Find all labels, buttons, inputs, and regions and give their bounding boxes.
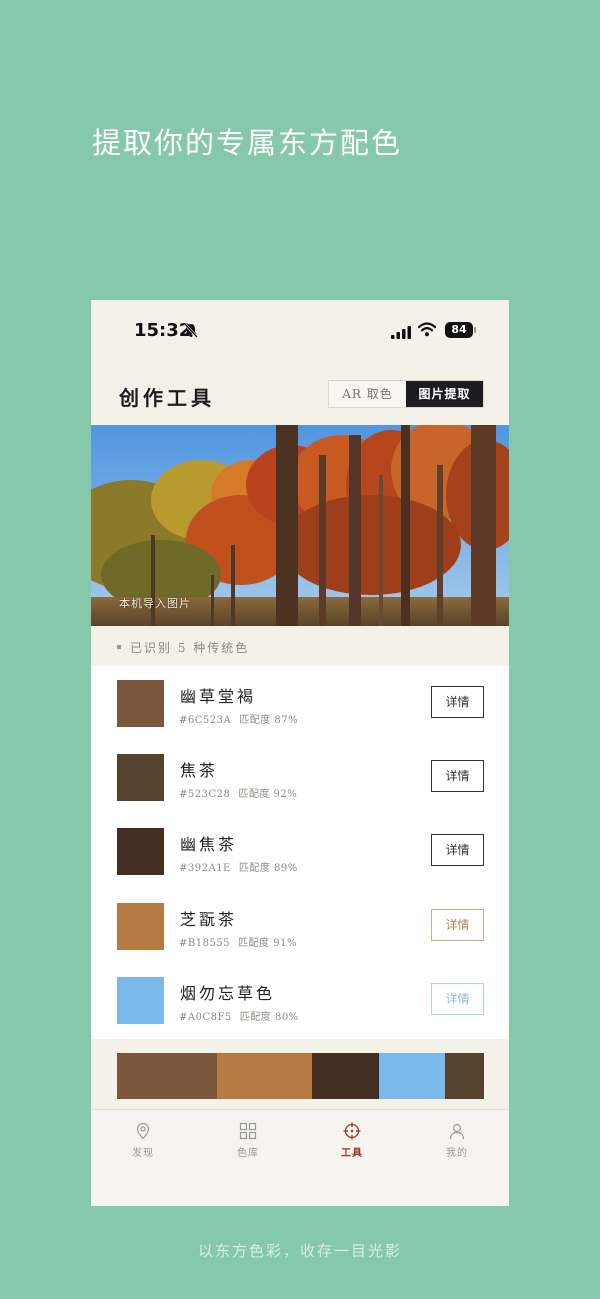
color-hex: #6C523A	[179, 715, 232, 726]
color-meta: #B18555 匹配度 91%	[179, 934, 305, 949]
color-meta: #523C28 匹配度 92%	[179, 785, 305, 800]
tab-tools[interactable]: 工具	[322, 1122, 382, 1159]
mode-segmented-control: AR 取色 图片提取	[328, 380, 484, 408]
color-name: 焦茶	[180, 761, 219, 780]
detail-button[interactable]: 详情	[431, 909, 484, 941]
color-name: 芝翫茶	[180, 910, 238, 929]
detail-button[interactable]: 详情	[431, 834, 484, 866]
grid-icon	[239, 1122, 257, 1140]
crosshair-icon	[343, 1122, 361, 1140]
palette-segment	[445, 1053, 484, 1099]
battery-indicator: 84	[445, 322, 473, 338]
color-hex: #523C28	[179, 789, 231, 800]
color-swatch	[117, 903, 164, 950]
list-item[interactable]: 幽草堂褐 #6C523A 匹配度 87% 详情	[91, 666, 509, 740]
list-item[interactable]: 烟勿忘草色 #A0C8F5 匹配度 80% 详情	[91, 963, 509, 1037]
recognized-summary: 已识别 5 种传统色	[91, 626, 509, 666]
source-photo[interactable]: 本机导入图片	[91, 425, 509, 626]
detail-button[interactable]: 详情	[431, 686, 484, 718]
wifi-icon	[417, 322, 437, 341]
detail-button[interactable]: 详情	[431, 760, 484, 792]
palette-bar	[117, 1053, 484, 1099]
color-hex: #392A1E	[179, 863, 231, 874]
user-icon	[449, 1123, 465, 1140]
color-hex: #A0C8F5	[179, 1012, 232, 1023]
location-pin-icon	[136, 1122, 150, 1140]
photo-caption: 本机导入图片	[119, 597, 191, 610]
palette-section	[91, 1039, 509, 1109]
palette-segment	[117, 1053, 217, 1099]
tab-profile[interactable]: 我的	[427, 1122, 487, 1159]
color-match: 匹配度 80%	[239, 1012, 299, 1023]
color-name: 烟勿忘草色	[180, 984, 276, 1003]
promo-headline: 提取你的专属东方配色	[92, 126, 403, 160]
color-swatch	[117, 977, 164, 1024]
tab-label: 我的	[446, 1148, 468, 1159]
tab-label: 发现	[132, 1148, 154, 1159]
tab-ar-pick[interactable]: AR 取色	[329, 381, 406, 407]
recognized-count-text: 已识别 5 种传统色	[130, 641, 250, 655]
color-meta: #392A1E 匹配度 89%	[179, 859, 306, 874]
battery-tip	[474, 327, 476, 333]
tab-color-library[interactable]: 色库	[218, 1122, 278, 1159]
bottom-tab-bar: 发现 色库 工具 我的	[91, 1109, 509, 1206]
phone-screen: 15:32 84 创作工具 AR 取色 图片提取 本机导入图片 已识别 5 种传…	[91, 300, 509, 1206]
promo-footline: 以东方色彩，收存一目光影	[197, 1242, 402, 1260]
color-swatch	[117, 754, 164, 801]
palette-segment	[379, 1053, 445, 1099]
tab-discover[interactable]: 发现	[113, 1122, 173, 1159]
tab-image-extract[interactable]: 图片提取	[406, 381, 483, 407]
palette-segment	[217, 1053, 312, 1099]
color-name: 幽焦茶	[180, 835, 238, 854]
color-swatch	[117, 680, 164, 727]
page-header: 创作工具 AR 取色 图片提取	[91, 360, 509, 425]
color-list: 幽草堂褐 #6C523A 匹配度 87% 详情 焦茶 #523C28 匹配度 92%…	[91, 666, 509, 1039]
tab-label: 色库	[237, 1148, 259, 1159]
color-match: 匹配度 91%	[238, 938, 297, 949]
color-name: 幽草堂褐	[180, 687, 257, 706]
color-hex: #B18555	[179, 938, 231, 949]
bullet-dot	[117, 645, 121, 649]
list-item[interactable]: 芝翫茶 #B18555 匹配度 91% 详情	[91, 889, 509, 963]
bell-muted-icon	[183, 322, 199, 342]
tab-label: 工具	[341, 1148, 363, 1159]
list-item[interactable]: 焦茶 #523C28 匹配度 92% 详情	[91, 740, 509, 814]
detail-button[interactable]: 详情	[431, 983, 484, 1015]
color-swatch	[117, 828, 164, 875]
color-meta: #A0C8F5 匹配度 80%	[179, 1008, 307, 1023]
color-match: 匹配度 89%	[238, 863, 298, 874]
cellular-signal-icon	[391, 324, 411, 343]
palette-segment	[312, 1053, 379, 1099]
color-match: 匹配度 87%	[239, 715, 299, 726]
color-match: 匹配度 92%	[238, 789, 298, 800]
color-meta: #6C523A 匹配度 87%	[179, 711, 306, 726]
list-item[interactable]: 幽焦茶 #392A1E 匹配度 89% 详情	[91, 814, 509, 888]
page-title: 创作工具	[119, 386, 215, 410]
status-bar: 15:32 84	[91, 300, 509, 360]
